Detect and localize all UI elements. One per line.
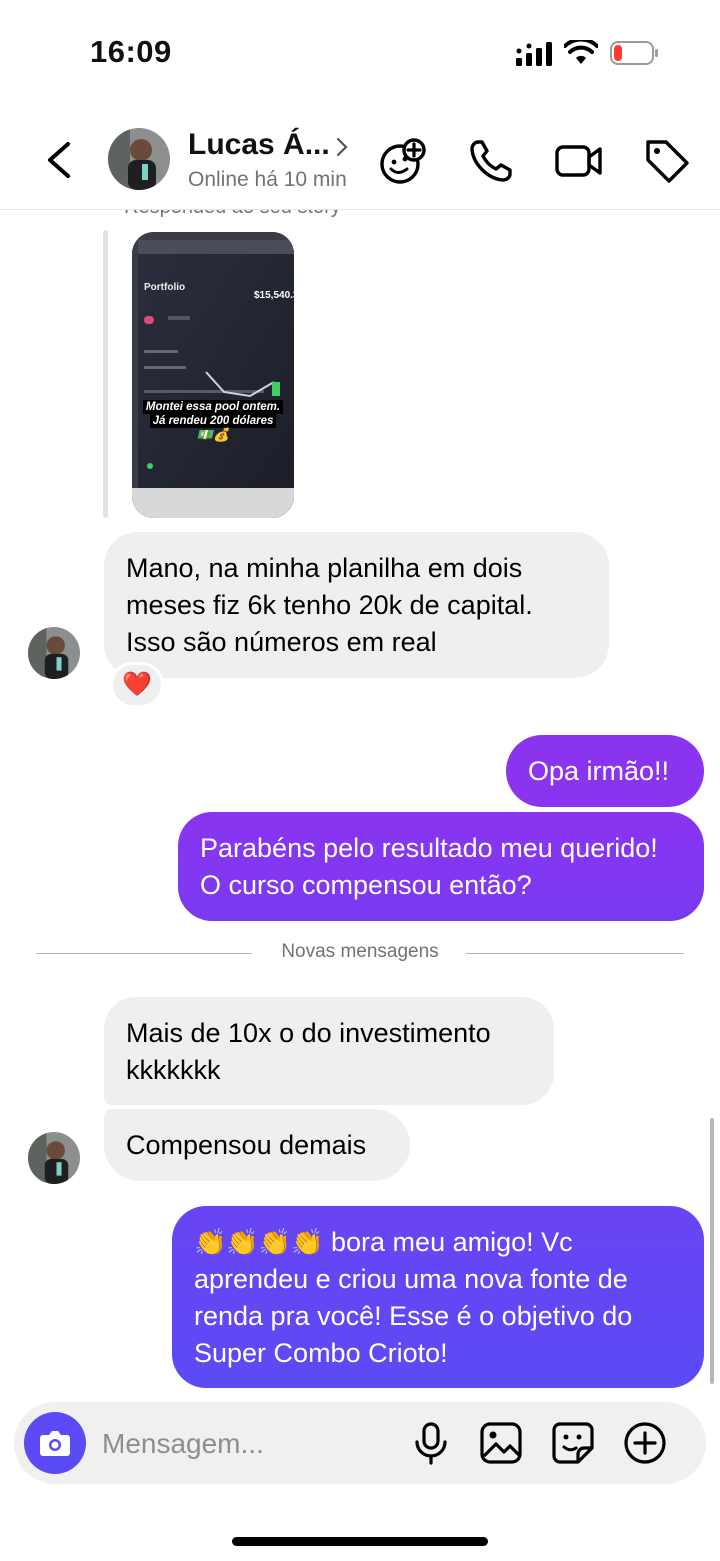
video-camera-icon[interactable] — [554, 136, 604, 186]
cellular-signal-icon — [516, 42, 552, 66]
chevron-right-icon[interactable] — [334, 136, 350, 158]
contact-online-status: Online há 10 min — [188, 168, 347, 191]
scrollbar[interactable] — [710, 1118, 714, 1384]
story-portfolio-label: Portfolio — [144, 282, 186, 293]
outgoing-message[interactable]: 👏👏👏👏 bora meu amigo! Vc aprendeu e criou… — [172, 1206, 704, 1388]
wifi-icon — [564, 40, 598, 64]
outgoing-message[interactable]: Opa irmão!! — [506, 735, 704, 807]
message-composer — [14, 1402, 706, 1484]
plus-circle-icon[interactable] — [622, 1420, 668, 1466]
chat-header: Lucas Á... Online há 10 min — [0, 108, 720, 210]
microphone-icon[interactable] — [408, 1420, 454, 1466]
contact-avatar-small[interactable] — [28, 1132, 80, 1184]
image-icon[interactable] — [478, 1420, 524, 1466]
new-messages-divider: Novas mensagens — [36, 941, 684, 962]
new-messages-label: Novas mensagens — [265, 941, 455, 962]
camera-button[interactable] — [24, 1412, 86, 1474]
home-indicator[interactable] — [232, 1537, 488, 1546]
sticker-add-icon[interactable] — [378, 136, 428, 186]
sticker-icon[interactable] — [550, 1420, 596, 1466]
heart-reaction-icon[interactable]: ❤️ — [110, 662, 164, 708]
outgoing-message[interactable]: Parabéns pelo resultado meu querido! O c… — [178, 812, 704, 921]
tag-icon[interactable] — [642, 136, 692, 186]
contact-avatar[interactable] — [108, 128, 170, 190]
story-thumbnail[interactable]: Portfolio $15,540.3 Montei essa pool ont… — [132, 232, 294, 518]
status-time: 16:09 — [90, 34, 172, 69]
clapping-hands-emoji: 👏👏👏👏 — [194, 1227, 324, 1257]
incoming-message[interactable]: Mano, na minha planilha em dois meses fi… — [104, 532, 609, 678]
phone-icon[interactable] — [466, 136, 516, 186]
story-reply-bar — [103, 230, 108, 518]
contact-avatar-small[interactable] — [28, 627, 80, 679]
incoming-message[interactable]: Compensou demais — [104, 1109, 410, 1181]
story-reply-caption: Respondeu ao seu story — [124, 210, 341, 219]
contact-name[interactable]: Lucas Á... — [188, 128, 330, 162]
message-input[interactable] — [102, 1424, 402, 1464]
story-portfolio-value: $15,540.3 — [254, 290, 294, 301]
status-bar: 16:09 — [0, 0, 720, 100]
back-icon[interactable] — [40, 138, 80, 182]
incoming-message[interactable]: Mais de 10x o do investimento kkkkkkk — [104, 997, 554, 1105]
battery-low-icon — [610, 41, 658, 65]
camera-icon — [40, 1431, 70, 1456]
story-overlay-text: Montei essa pool ontem. Já rendeu 200 dó… — [132, 400, 294, 442]
message-list[interactable]: Respondeu ao seu story Portfolio $15, — [0, 210, 720, 1400]
